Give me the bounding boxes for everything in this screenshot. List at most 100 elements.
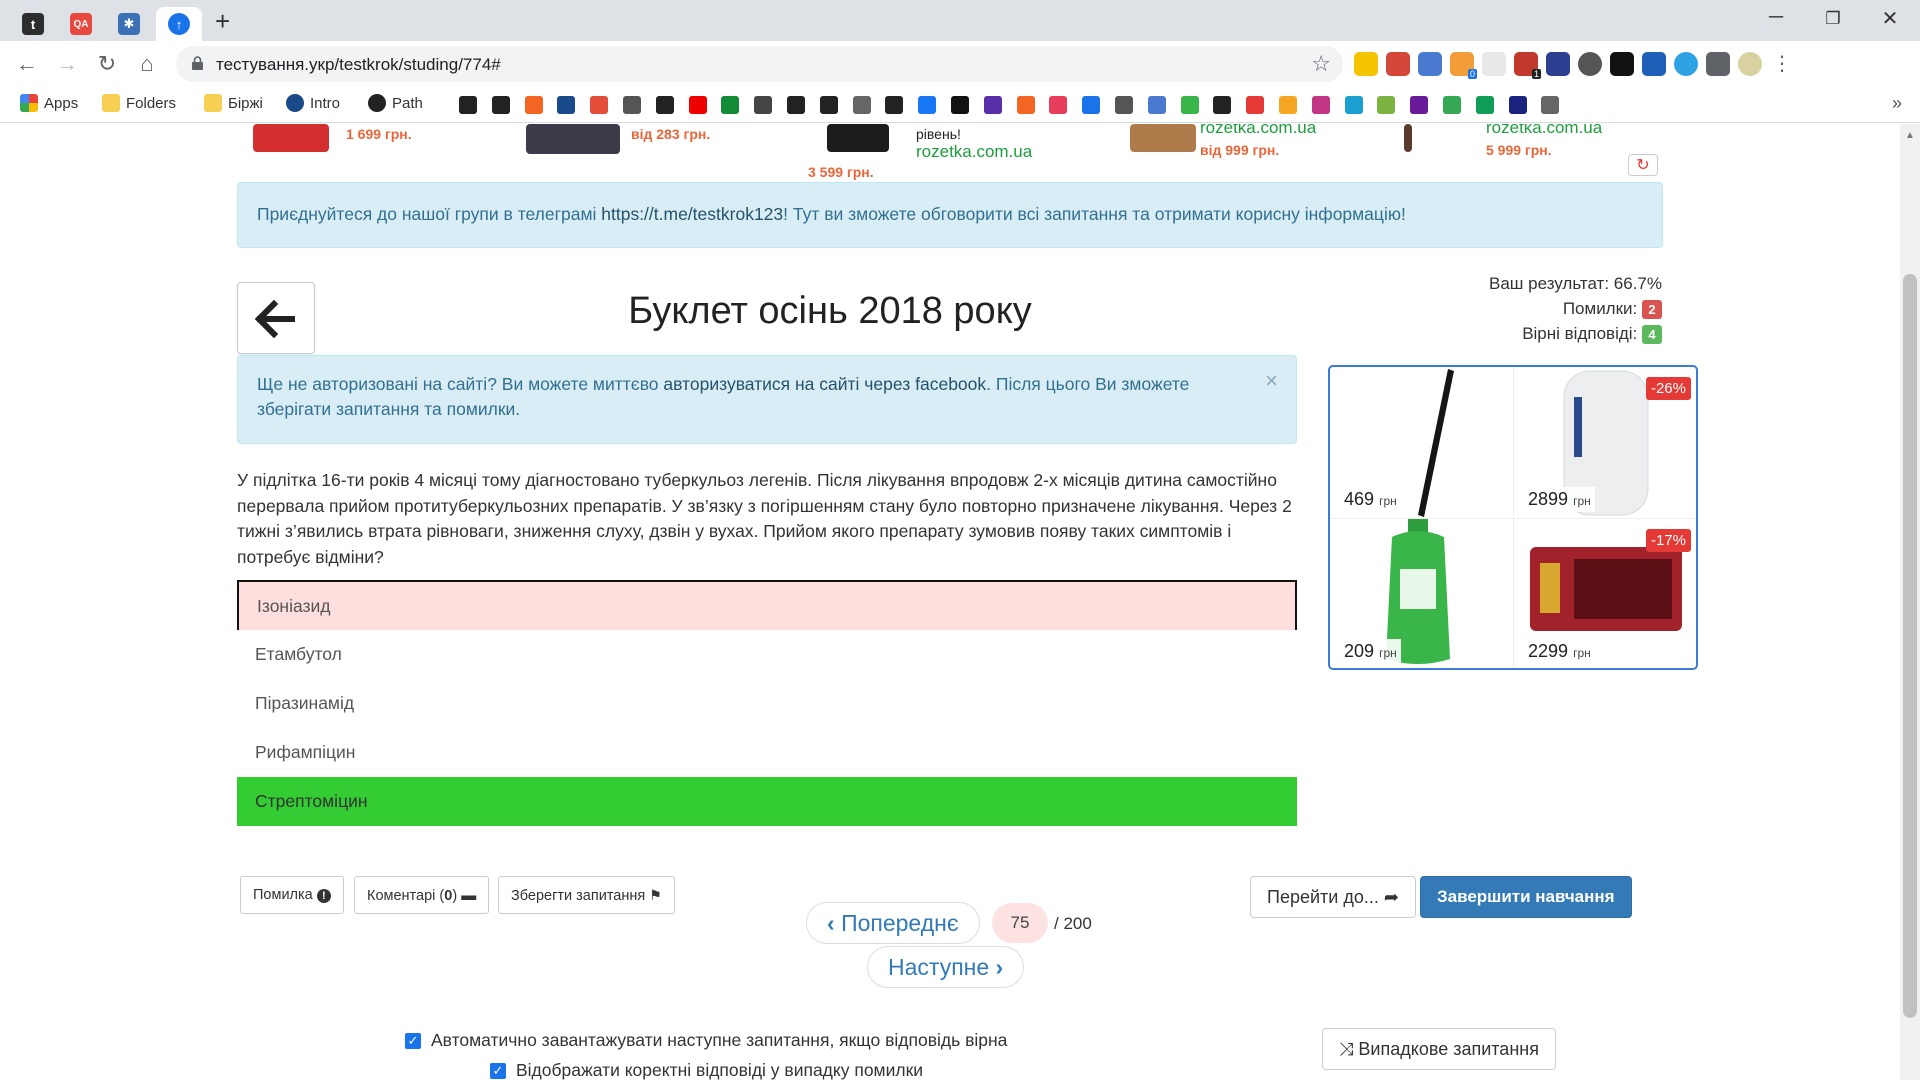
minimize-icon[interactable]: ─ bbox=[1756, 6, 1796, 29]
product-card[interactable]: 209 грн bbox=[1330, 519, 1513, 670]
ad-image[interactable] bbox=[827, 124, 889, 152]
extension-icon[interactable] bbox=[1610, 52, 1634, 76]
more-bookmarks-icon[interactable]: » bbox=[1892, 93, 1902, 114]
report-error-button[interactable]: Помилка ! bbox=[240, 876, 344, 914]
bookmark-favicon-icon[interactable] bbox=[491, 96, 510, 114]
extension-icon[interactable] bbox=[1578, 52, 1602, 76]
bookmark-apps[interactable]: Apps bbox=[20, 94, 78, 112]
answer-option[interactable]: Піразинамід bbox=[237, 679, 1297, 728]
puzzle-extensions-icon[interactable] bbox=[1706, 52, 1730, 76]
extension-icon[interactable] bbox=[1482, 52, 1506, 76]
bookmark-path[interactable]: Path bbox=[368, 94, 423, 112]
answer-option-correct[interactable]: Стрептоміцин bbox=[237, 777, 1297, 826]
bookmark-favicon-icon[interactable] bbox=[1016, 96, 1035, 114]
answer-option-wrong[interactable]: Ізоніазид bbox=[237, 580, 1297, 630]
browser-tab-active[interactable]: ↑ bbox=[156, 7, 202, 41]
ad-image[interactable] bbox=[253, 124, 329, 152]
ad-price[interactable]: 1 699 грн. bbox=[346, 126, 412, 142]
ad-price[interactable]: 5 999 грн. bbox=[1486, 142, 1552, 158]
bookmark-favicon-icon[interactable] bbox=[1049, 96, 1068, 114]
extension-icon[interactable]: 0 bbox=[1450, 52, 1477, 79]
extension-icon[interactable] bbox=[1386, 52, 1410, 76]
bookmark-favicon-icon[interactable] bbox=[1115, 96, 1133, 114]
bookmark-favicon-icon[interactable] bbox=[1475, 96, 1494, 114]
bookmark-favicon-icon[interactable] bbox=[885, 96, 904, 114]
ad-site[interactable]: rozetka.com.ua bbox=[1200, 124, 1316, 138]
back-button[interactable] bbox=[237, 282, 315, 354]
checkbox-checked[interactable]: ✓ bbox=[405, 1032, 421, 1049]
bookmark-favicon-icon[interactable] bbox=[1377, 96, 1396, 114]
bookmark-favicon-icon[interactable] bbox=[1246, 96, 1265, 114]
current-page-number[interactable]: 75 bbox=[992, 903, 1048, 943]
reload-icon[interactable]: ↻ bbox=[92, 49, 122, 79]
bookmark-favicon-icon[interactable] bbox=[1082, 96, 1101, 114]
new-tab-button[interactable]: + bbox=[215, 8, 230, 34]
product-card[interactable]: -26% 2899 грн bbox=[1514, 367, 1697, 518]
bookmark-favicon-icon[interactable] bbox=[459, 96, 477, 114]
bookmark-folders[interactable]: Folders bbox=[102, 94, 176, 112]
bookmark-favicon-icon[interactable] bbox=[951, 96, 969, 114]
checkbox-checked[interactable]: ✓ bbox=[490, 1062, 506, 1079]
bookmark-favicon-icon[interactable] bbox=[1311, 96, 1330, 114]
browser-tab[interactable]: ✱ bbox=[110, 7, 148, 41]
comments-button[interactable]: Коментарі (0) ▬ bbox=[354, 876, 490, 914]
bookmark-favicon-icon[interactable] bbox=[918, 96, 937, 114]
save-question-button[interactable]: Зберегти запитання ⚑ bbox=[498, 876, 675, 914]
bookmark-favicon-icon[interactable] bbox=[819, 96, 838, 114]
bookmark-intro[interactable]: Intro bbox=[286, 94, 340, 112]
ad-price[interactable]: від 283 грн. bbox=[631, 126, 710, 142]
extension-icon[interactable] bbox=[1546, 52, 1570, 76]
ad-text[interactable]: рівень! bbox=[916, 126, 961, 142]
bookmark-favicon-icon[interactable] bbox=[1180, 96, 1199, 114]
random-question-button[interactable]: ⤨ Випадкове запитання bbox=[1322, 1028, 1556, 1070]
show-correct-option[interactable]: ✓ Відображати коректні відповіді у випад… bbox=[490, 1060, 923, 1080]
close-window-icon[interactable]: ✕ bbox=[1870, 6, 1910, 31]
goto-button[interactable]: Перейти до... ➦ bbox=[1250, 876, 1416, 918]
telegram-link[interactable]: https://t.me/testkrok123 bbox=[601, 204, 783, 224]
bookmark-favicon-icon[interactable] bbox=[655, 96, 674, 114]
restore-icon[interactable]: ❐ bbox=[1813, 9, 1853, 29]
ad-price[interactable]: 3 599 грн. bbox=[808, 164, 874, 180]
bookmark-star-icon[interactable]: ☆ bbox=[1311, 51, 1331, 77]
auto-next-option[interactable]: ✓ Автоматично завантажувати наступне зап… bbox=[405, 1030, 1007, 1051]
extension-icon[interactable] bbox=[1674, 52, 1698, 76]
ad-image[interactable] bbox=[1404, 124, 1412, 152]
page-scrollbar[interactable]: ▲ bbox=[1900, 124, 1920, 1080]
answer-option[interactable]: Рифампіцин bbox=[237, 728, 1297, 777]
next-button[interactable]: Наступне › bbox=[867, 946, 1025, 988]
extension-icon[interactable] bbox=[1642, 52, 1666, 76]
bookmark-favicon-icon[interactable] bbox=[524, 96, 543, 114]
forward-arrow-icon[interactable]: → bbox=[52, 49, 82, 79]
answer-option[interactable]: Етамбутол bbox=[237, 630, 1297, 679]
bookmark-favicon-icon[interactable] bbox=[1279, 96, 1297, 114]
finish-training-button[interactable]: Завершити навчання bbox=[1420, 876, 1632, 918]
translate-icon[interactable] bbox=[1418, 52, 1442, 76]
extension-icon[interactable] bbox=[1354, 52, 1378, 76]
bookmark-favicon-icon[interactable] bbox=[1508, 96, 1527, 114]
back-arrow-icon[interactable]: ← bbox=[12, 49, 42, 79]
ad-site[interactable]: rozetka.com.ua bbox=[916, 142, 1032, 162]
bookmark-favicon-icon[interactable] bbox=[754, 96, 773, 114]
scroll-thumb[interactable] bbox=[1903, 274, 1917, 1018]
previous-button[interactable]: ‹ Попереднє bbox=[806, 902, 980, 944]
bookmark-favicon-icon[interactable] bbox=[1344, 96, 1363, 114]
menu-kebab-icon[interactable]: ⋮ bbox=[1770, 52, 1794, 76]
ad-site[interactable]: rozetka.com.ua bbox=[1486, 124, 1602, 138]
product-card[interactable]: 469 грн bbox=[1330, 367, 1513, 518]
avatar[interactable] bbox=[1738, 52, 1762, 76]
bookmark-favicon-icon[interactable] bbox=[1213, 96, 1232, 114]
bookmark-favicon-icon[interactable] bbox=[852, 96, 871, 114]
ad-price[interactable]: від 999 грн. bbox=[1200, 142, 1279, 158]
close-icon[interactable]: × bbox=[1265, 368, 1278, 393]
product-card[interactable]: -17% 2299 грн bbox=[1514, 519, 1697, 670]
bookmark-favicon-icon[interactable] bbox=[1541, 96, 1560, 114]
browser-tab[interactable]: QA bbox=[62, 7, 100, 41]
ad-image[interactable] bbox=[1130, 124, 1196, 152]
ad-choices-icon[interactable]: ↻ bbox=[1628, 154, 1658, 176]
bookmark-favicon-icon[interactable] bbox=[590, 96, 609, 114]
address-bar[interactable]: тестування.укр/testkrok/studing/774# ☆ bbox=[176, 46, 1343, 82]
bookmark-favicon-icon[interactable] bbox=[557, 96, 576, 114]
bookmark-favicon-icon[interactable] bbox=[1147, 96, 1166, 114]
extension-icon[interactable]: 1 bbox=[1514, 52, 1541, 79]
home-icon[interactable]: ⌂ bbox=[132, 49, 162, 79]
